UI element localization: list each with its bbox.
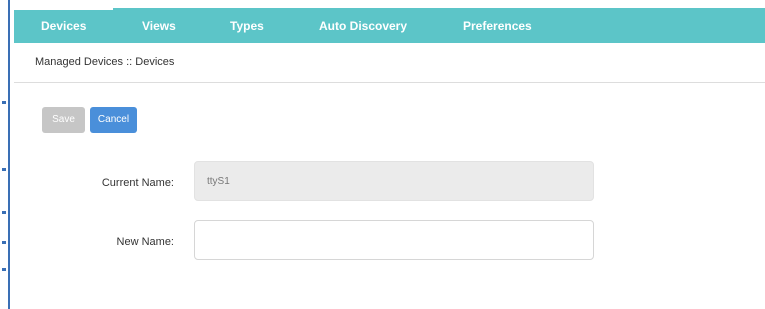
current-name-label: Current Name: (101, 177, 174, 189)
nav-tab-devices[interactable]: Devices (41, 19, 86, 33)
nav-tab-auto-discovery[interactable]: Auto Discovery (319, 19, 407, 33)
cancel-button[interactable]: Cancel (90, 107, 137, 133)
edge-marker (2, 241, 6, 244)
new-name-label: New Name: (116, 236, 174, 248)
active-tab-indicator (14, 8, 113, 10)
breadcrumb: Managed Devices :: Devices (35, 56, 175, 68)
rename-device-form: Save Cancel Current Name: ttyS1 New Name… (14, 83, 765, 309)
nav-tab-types[interactable]: Types (230, 19, 264, 33)
left-border-line (8, 0, 10, 309)
edge-marker (2, 211, 6, 214)
edge-marker (2, 268, 6, 271)
breadcrumb-bar: Managed Devices :: Devices (14, 43, 765, 83)
save-button[interactable]: Save (42, 107, 85, 133)
nav-tab-preferences[interactable]: Preferences (463, 19, 532, 33)
edge-marker (2, 101, 6, 104)
nav-tab-views[interactable]: Views (142, 19, 176, 33)
top-navigation-bar: Devices Views Types Auto Discovery Prefe… (14, 8, 765, 43)
current-name-field: ttyS1 (194, 161, 594, 201)
edge-marker (2, 168, 6, 171)
new-name-input[interactable] (194, 220, 594, 260)
